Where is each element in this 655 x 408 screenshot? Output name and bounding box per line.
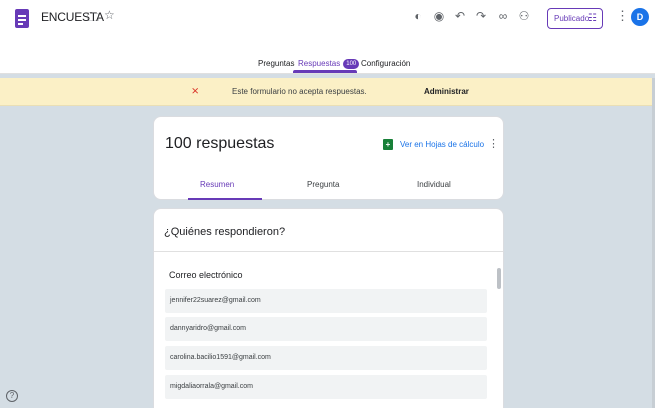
tab-respuestas-label: Respuestas xyxy=(298,59,341,69)
respondent-email: migdaliaorrala@gmail.com xyxy=(170,383,253,390)
view-in-sheets-link[interactable]: Ver en Hojas de cálculo xyxy=(400,140,484,149)
tab-pregunta[interactable]: Pregunta xyxy=(307,180,339,189)
star-icon[interactable]: ☆ xyxy=(104,8,115,22)
undo-icon[interactable]: ↶ xyxy=(451,7,469,25)
closed-form-banner: ⨯ Este formulario no acepta respuestas. … xyxy=(0,78,655,106)
responses-summary-card: 100 respuestas + Ver en Hojas de cálculo… xyxy=(153,116,504,200)
publish-settings-icon: ☷ xyxy=(588,13,597,24)
avatar[interactable]: D xyxy=(631,8,649,26)
preview-icon[interactable]: ◉ xyxy=(430,7,448,25)
list-item: migdaliaorrala@gmail.com xyxy=(165,375,487,399)
tab-respuestas[interactable]: Respuestas 100 xyxy=(298,59,360,69)
tab-configuracion[interactable]: Configuración xyxy=(361,59,410,68)
scrollbar-track xyxy=(497,268,502,408)
active-view-indicator xyxy=(188,198,262,200)
no-responses-icon: ⨯ xyxy=(191,86,200,97)
redo-icon[interactable]: ↷ xyxy=(472,7,490,25)
responses-count-title: 100 respuestas xyxy=(165,135,275,152)
sheets-icon[interactable]: + xyxy=(383,139,393,150)
add-collaborator-icon[interactable]: ⚇ xyxy=(515,7,533,25)
tab-individual[interactable]: Individual xyxy=(417,180,451,189)
active-tab-indicator xyxy=(293,70,357,73)
divider xyxy=(154,251,503,252)
list-item: jennifer22suarez@gmail.com xyxy=(165,289,487,313)
more-vert-icon[interactable]: ⋮ xyxy=(488,137,499,150)
list-item: dannyaridro@gmail.com xyxy=(165,317,487,341)
folder-icon[interactable]: 🗀 xyxy=(87,8,99,29)
scrollbar-thumb[interactable] xyxy=(497,268,501,289)
respondents-card: ¿Quiénes respondieron? Correo electrónic… xyxy=(153,208,504,408)
response-count-badge: 100 xyxy=(343,59,360,69)
help-icon[interactable]: ? xyxy=(6,390,18,402)
palette-icon[interactable]: ◐ xyxy=(409,7,427,25)
respondent-email: jennifer22suarez@gmail.com xyxy=(170,297,261,304)
publish-label: Publicado xyxy=(554,14,590,23)
banner-message: Este formulario no acepta respuestas. xyxy=(232,87,367,96)
respondent-email: dannyaridro@gmail.com xyxy=(170,325,246,332)
manage-button[interactable]: Administrar xyxy=(424,87,469,96)
respondent-email: carolina.bacilio1591@gmail.com xyxy=(170,354,271,361)
tab-resumen[interactable]: Resumen xyxy=(200,180,234,189)
top-bar: ENCUESTA 🗀 ☆ ◐ ◉ ↶ ↷ ∞ ⚇ Publicado ☷ ⋮ D… xyxy=(0,0,655,74)
publish-button[interactable]: Publicado ☷ xyxy=(547,8,603,29)
tab-preguntas[interactable]: Preguntas xyxy=(258,59,294,68)
list-item: carolina.bacilio1591@gmail.com xyxy=(165,346,487,370)
email-field-label: Correo electrónico xyxy=(169,270,243,280)
link-icon[interactable]: ∞ xyxy=(494,7,512,25)
more-vert-icon[interactable]: ⋮ xyxy=(616,8,629,24)
forms-app-icon[interactable] xyxy=(15,9,29,28)
respondents-title: ¿Quiénes respondieron? xyxy=(164,226,286,238)
